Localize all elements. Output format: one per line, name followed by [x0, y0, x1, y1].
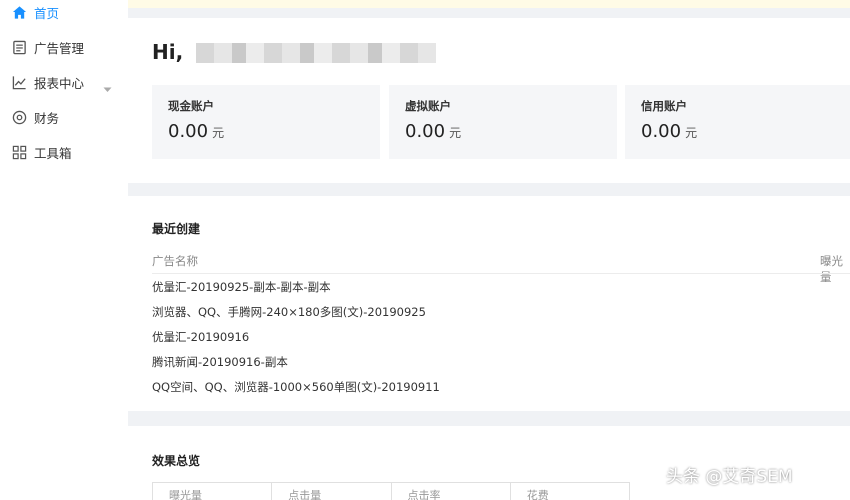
balance-value: 0.00: [405, 121, 446, 142]
watermark: 头条 @艾奇SEM: [666, 467, 793, 487]
summary-metrics-table: 曝光量 点击量 点击率 花费: [152, 482, 630, 500]
sidebar-item-label: 广告管理: [34, 40, 85, 56]
sidebar-item-home[interactable]: 首页: [0, 0, 128, 29]
sidebar-item-finance[interactable]: 财务: [0, 100, 128, 134]
section-title: 最近创建: [152, 222, 201, 236]
document-icon: [11, 39, 27, 55]
divider: [152, 273, 850, 274]
target-icon: [11, 109, 27, 125]
line-chart-icon: [11, 74, 27, 90]
sidebar-item-toolbox[interactable]: 工具箱: [0, 135, 128, 169]
chevron-down-icon[interactable]: [103, 78, 112, 97]
account-name: 信用账户: [641, 99, 687, 113]
greeting: Hi,: [152, 40, 184, 64]
account-name: 现金账户: [168, 99, 214, 113]
sidebar-item-label: 报表中心: [34, 75, 85, 91]
home-icon: [11, 4, 27, 20]
account-card-cash: 现金账户 0.00 元: [152, 85, 380, 159]
grid-icon: [11, 144, 27, 160]
currency-unit: 元: [212, 126, 225, 140]
section-title: 效果总览: [152, 454, 201, 468]
ad-name-link[interactable]: 优量汇-20190916: [152, 329, 249, 345]
balance-value: 0.00: [641, 121, 682, 142]
metric-header-ctr: 点击率: [392, 483, 511, 500]
metric-header-impressions: 曝光量: [153, 483, 273, 500]
sidebar-item-label: 工具箱: [34, 145, 72, 161]
account-balance: 0.00 元: [405, 121, 461, 142]
metric-header-clicks: 点击量: [272, 483, 392, 500]
account-card-virtual: 虚拟账户 0.00 元: [389, 85, 617, 159]
sidebar-item-ad-management[interactable]: 广告管理: [0, 30, 128, 64]
sidebar-item-label: 首页: [34, 5, 60, 21]
account-balance: 0.00 元: [641, 121, 697, 142]
account-card-credit: 信用账户 0.00 元: [625, 85, 850, 159]
column-header-ad-name: 广告名称: [152, 254, 198, 268]
redacted-username: [196, 43, 436, 63]
balance-value: 0.00: [168, 121, 209, 142]
account-name: 虚拟账户: [405, 99, 451, 113]
ad-name-link[interactable]: QQ空间、QQ、浏览器-1000×560单图(文)-20190911: [152, 379, 440, 395]
sidebar-item-reports[interactable]: 报表中心: [0, 65, 128, 99]
ad-name-link[interactable]: 腾讯新闻-20190916-副本: [152, 354, 288, 370]
sidebar-item-label: 财务: [34, 110, 60, 126]
currency-unit: 元: [449, 126, 462, 140]
account-balance: 0.00 元: [168, 121, 224, 142]
currency-unit: 元: [685, 126, 698, 140]
recent-ads-card: 最近创建 广告名称 曝光量 优量汇-20190925-副本-副本-副本 浏览器、…: [128, 196, 850, 411]
notice-bar: [128, 0, 850, 8]
metric-header-cost: 花费: [526, 489, 549, 500]
column-header-impressions: 曝光量: [820, 254, 843, 284]
ad-name-link[interactable]: 优量汇-20190925-副本-副本-副本: [152, 279, 331, 295]
sidebar: 首页 广告管理 报表中心 财务 工具箱: [0, 0, 128, 500]
ad-name-link[interactable]: 浏览器、QQ、手腾网-240×180多图(文)-20190925: [152, 304, 426, 320]
